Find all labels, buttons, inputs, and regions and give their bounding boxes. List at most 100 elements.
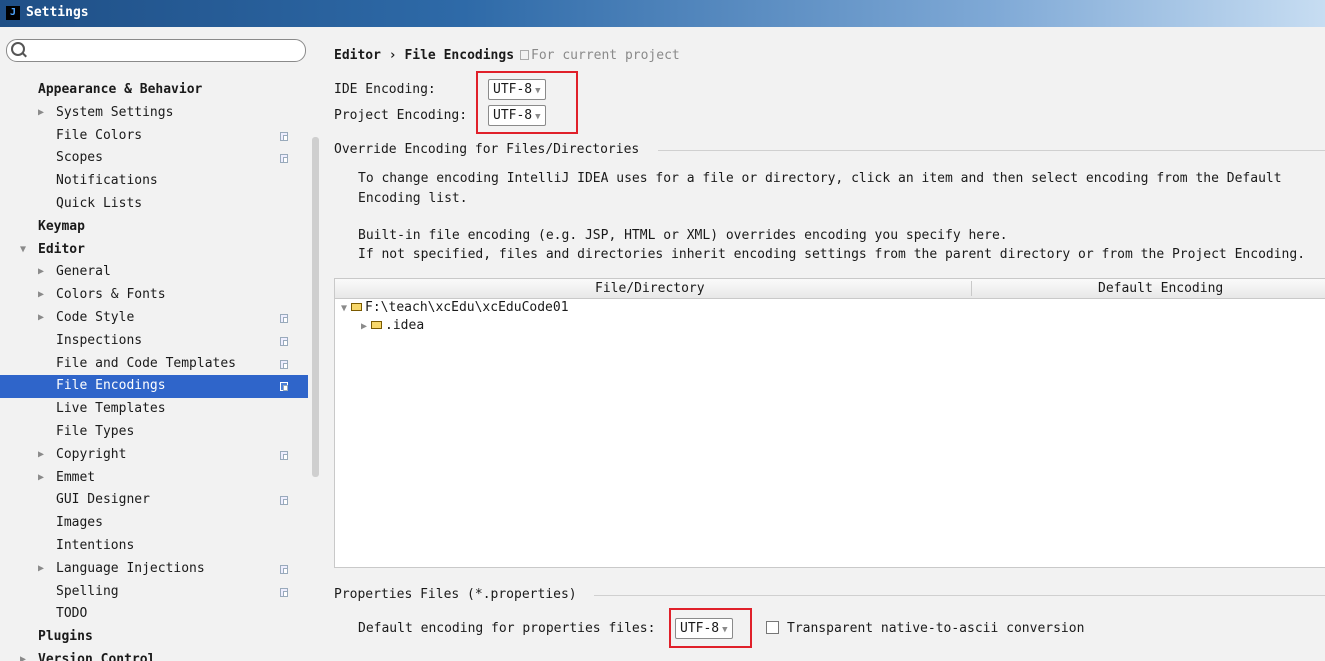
sidebar-item-todo[interactable]: TODO bbox=[0, 603, 308, 626]
sidebar-item-plugins[interactable]: Plugins bbox=[0, 626, 308, 649]
column-divider bbox=[971, 281, 972, 296]
properties-encoding-label: Default encoding for properties files: bbox=[358, 621, 656, 636]
sidebar-item-label: Editor bbox=[38, 241, 85, 257]
override-section-title: Override Encoding for Files/Directories bbox=[334, 142, 640, 157]
sidebar-item-file-and-code-templates[interactable]: File and Code Templates bbox=[0, 353, 308, 376]
folder-icon bbox=[351, 303, 363, 311]
sidebar-item-label: Intentions bbox=[56, 537, 135, 553]
expand-arrow-icon[interactable]: ▶ bbox=[38, 444, 44, 467]
expand-arrow-icon[interactable]: ▶ bbox=[38, 467, 44, 490]
window-titlebar: J Settings bbox=[0, 0, 1325, 27]
sidebar-item-file-encodings[interactable]: File Encodings bbox=[0, 375, 308, 399]
expand-arrow-icon[interactable]: ▶ bbox=[38, 261, 44, 284]
folder-icon bbox=[371, 321, 383, 329]
row-path: .idea bbox=[385, 318, 425, 333]
sidebar-item-label: Copyright bbox=[56, 446, 127, 462]
sidebar-item-scopes[interactable]: Scopes bbox=[0, 147, 308, 170]
project-scope-icon bbox=[280, 359, 288, 369]
sidebar-item-label: File Encodings bbox=[56, 378, 166, 394]
sidebar-item-label: Inspections bbox=[56, 332, 143, 348]
override-help-line-2: Encoding list. bbox=[358, 191, 468, 206]
breadcrumb-parent: Editor bbox=[334, 48, 381, 63]
table-row[interactable]: ▼ F:\teach\xcEdu\xcEduCode01 bbox=[341, 299, 569, 318]
sidebar-item-label: Spelling bbox=[56, 583, 119, 599]
intellij-app-icon: J bbox=[6, 6, 20, 20]
column-header-file-directory[interactable]: File/Directory bbox=[595, 279, 705, 298]
search-icon bbox=[11, 42, 25, 56]
properties-section-title: Properties Files (*.properties) bbox=[334, 587, 577, 602]
settings-tree: Appearance & Behavior ▶ System Settings Fil… bbox=[0, 79, 308, 661]
project-scope-icon bbox=[280, 587, 288, 597]
project-scope-icon bbox=[280, 131, 288, 141]
settings-search-input[interactable] bbox=[6, 39, 306, 62]
sidebar-item-label: Images bbox=[56, 515, 103, 531]
sidebar-scrollbar[interactable] bbox=[312, 137, 319, 477]
ide-encoding-label: IDE Encoding: bbox=[334, 82, 436, 97]
sidebar-item-keymap[interactable]: Keymap bbox=[0, 216, 308, 239]
sidebar-item-label: Version Control bbox=[38, 651, 156, 661]
sidebar-item-label: File Colors bbox=[56, 127, 143, 143]
sidebar-item-label: Emmet bbox=[56, 469, 96, 485]
sidebar-item-file-types[interactable]: File Types bbox=[0, 421, 308, 444]
sidebar-item-code-style[interactable]: ▶ Code Style bbox=[0, 307, 308, 330]
expand-arrow-icon[interactable]: ▶ bbox=[38, 558, 44, 581]
project-scope-icon bbox=[280, 154, 288, 164]
file-encoding-table[interactable]: File/Directory Default Encoding ▼ F:\teac… bbox=[334, 278, 1325, 568]
sidebar-item-inspections[interactable]: Inspections bbox=[0, 330, 308, 353]
native-to-ascii-label[interactable]: Transparent native-to-ascii conversion bbox=[787, 621, 1084, 636]
breadcrumb-separator: › bbox=[388, 48, 397, 63]
sidebar-item-label: Code Style bbox=[56, 309, 135, 325]
sidebar-item-label: Live Templates bbox=[56, 401, 166, 417]
sidebar-item-label: Language Injections bbox=[56, 560, 205, 576]
project-scope-icon bbox=[280, 564, 288, 574]
section-divider bbox=[658, 150, 1325, 151]
sidebar-item-quick-lists[interactable]: Quick Lists bbox=[0, 193, 308, 216]
expand-arrow-icon[interactable]: ▼ bbox=[341, 303, 347, 314]
sidebar-item-label: TODO bbox=[56, 606, 88, 622]
row-path: F:\teach\xcEdu\xcEduCode01 bbox=[365, 300, 569, 315]
sidebar-item-label: Colors & Fonts bbox=[56, 287, 166, 303]
sidebar-item-system-settings[interactable]: ▶ System Settings bbox=[0, 102, 308, 125]
sidebar-item-label: General bbox=[56, 264, 111, 280]
sidebar-item-label: Scopes bbox=[56, 150, 103, 166]
sidebar-item-notifications[interactable]: Notifications bbox=[0, 170, 308, 193]
expand-arrow-icon[interactable]: ▶ bbox=[38, 307, 44, 330]
sidebar-item-live-templates[interactable]: Live Templates bbox=[0, 398, 308, 421]
sidebar-item-emmet[interactable]: ▶ Emmet bbox=[0, 467, 308, 490]
sidebar-item-intentions[interactable]: Intentions bbox=[0, 535, 308, 558]
sidebar-item-label: Keymap bbox=[38, 218, 85, 234]
override-help-line-1: To change encoding IntelliJ IDEA uses fo… bbox=[358, 171, 1282, 186]
project-scope-icon bbox=[280, 382, 288, 392]
sidebar-item-label: System Settings bbox=[56, 104, 174, 120]
sidebar-item-label: Quick Lists bbox=[56, 195, 143, 211]
sidebar-item-gui-designer[interactable]: GUI Designer bbox=[0, 489, 308, 512]
collapse-arrow-icon[interactable]: ▼ bbox=[20, 239, 26, 262]
native-to-ascii-checkbox[interactable] bbox=[766, 621, 779, 634]
table-row[interactable]: ▶ .idea bbox=[361, 317, 424, 336]
sidebar-item-spelling[interactable]: Spelling bbox=[0, 581, 308, 604]
sidebar-item-images[interactable]: Images bbox=[0, 512, 308, 535]
sidebar-item-colors-fonts[interactable]: ▶ Colors & Fonts bbox=[0, 284, 308, 307]
window-title: Settings bbox=[26, 5, 89, 20]
project-encoding-label: Project Encoding: bbox=[334, 108, 468, 123]
expand-arrow-icon[interactable]: ▶ bbox=[20, 649, 26, 661]
section-divider bbox=[594, 595, 1325, 596]
sidebar-item-label: File and Code Templates bbox=[56, 355, 237, 371]
breadcrumb-current: File Encodings bbox=[404, 48, 515, 63]
sidebar-item-version-control[interactable]: ▶ Version Control bbox=[0, 649, 308, 661]
sidebar-item-editor[interactable]: ▼ Editor bbox=[0, 239, 308, 262]
highlight-box-properties bbox=[669, 608, 752, 648]
expand-arrow-icon[interactable]: ▶ bbox=[38, 284, 44, 307]
sidebar-item-appearance-behavior[interactable]: Appearance & Behavior bbox=[0, 79, 308, 102]
expand-arrow-icon[interactable]: ▶ bbox=[361, 321, 367, 332]
sidebar-item-language-injections[interactable]: ▶ Language Injections bbox=[0, 558, 308, 581]
sidebar-item-label: File Types bbox=[56, 423, 135, 439]
column-header-default-encoding[interactable]: Default Encoding bbox=[1098, 279, 1223, 298]
override-help-line-4: If not specified, files and directories … bbox=[358, 247, 1306, 262]
sidebar-item-label: Appearance & Behavior bbox=[38, 82, 203, 97]
sidebar-item-general[interactable]: ▶ General bbox=[0, 261, 308, 284]
expand-arrow-icon[interactable]: ▶ bbox=[38, 102, 44, 125]
table-header: File/Directory Default Encoding bbox=[335, 279, 1325, 299]
sidebar-item-copyright[interactable]: ▶ Copyright bbox=[0, 444, 308, 467]
sidebar-item-file-colors[interactable]: File Colors bbox=[0, 125, 308, 148]
